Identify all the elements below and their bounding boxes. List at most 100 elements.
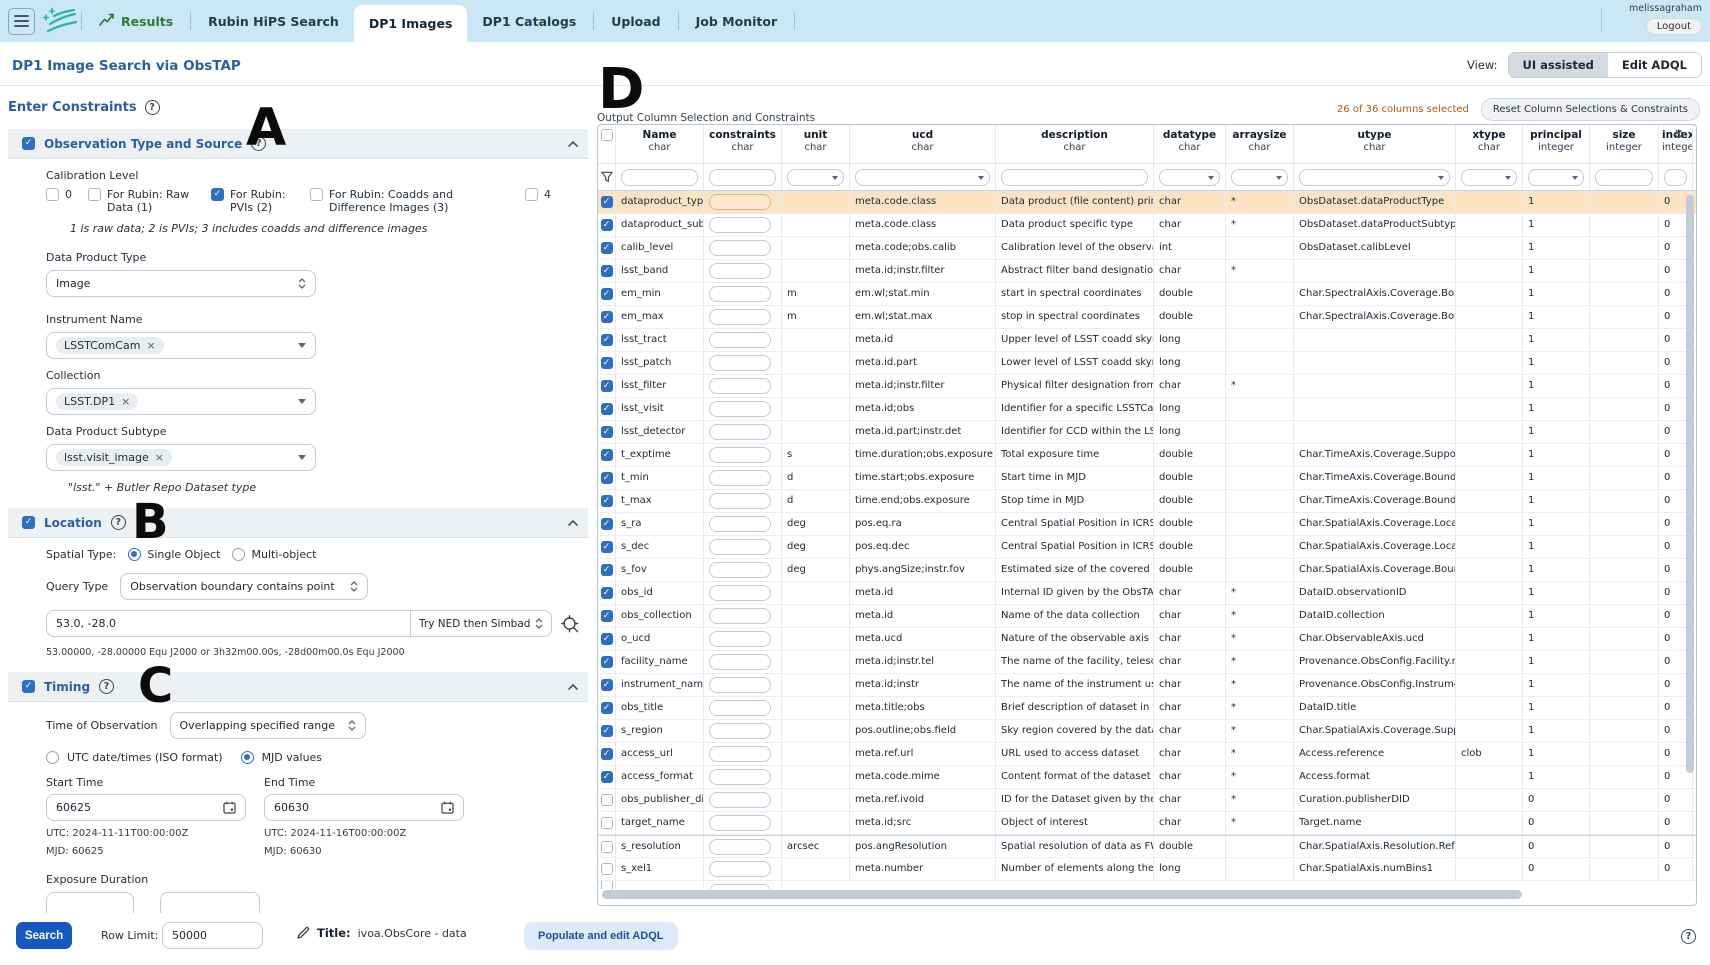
row-checkbox[interactable]: ✓ (601, 495, 613, 507)
row-checkbox[interactable]: ✓ (601, 449, 613, 461)
checkbox[interactable]: ✓ (88, 188, 101, 201)
constraint-input[interactable] (709, 769, 771, 785)
end-time-input[interactable]: 60630 (264, 794, 464, 821)
row-checkbox[interactable]: ✓ (601, 679, 613, 691)
chevron-up-icon[interactable] (568, 520, 578, 526)
constraint-input[interactable] (709, 217, 771, 233)
table-row[interactable]: ✓em_minmem.wl;stat.minstart in spectral … (598, 283, 1696, 306)
table-row[interactable]: ✓t_mindtime.start;obs.exposureStart time… (598, 467, 1696, 490)
calibration-option-0[interactable]: ✓ 0 (46, 188, 72, 201)
table-row[interactable]: ✓s_regionpos.outline;obs.fieldSky region… (598, 720, 1696, 743)
column-header-datatype[interactable]: datatypechar (1154, 125, 1226, 163)
tab-job-monitor[interactable]: Job Monitor (681, 0, 792, 42)
constraint-input[interactable] (709, 286, 771, 302)
table-row[interactable]: ✓dataproduct_typemeta.code.classData pro… (598, 191, 1696, 214)
help-icon[interactable]: ? (145, 100, 160, 115)
radio-label[interactable]: MJD values (262, 751, 322, 764)
row-checkbox[interactable] (601, 794, 613, 806)
row-checkbox[interactable]: ✓ (601, 771, 613, 783)
constraint-input[interactable] (709, 746, 771, 762)
filter-input-xtype[interactable] (1461, 169, 1517, 186)
mjd-radio[interactable] (241, 751, 254, 764)
row-checkbox[interactable]: ✓ (601, 518, 613, 530)
row-checkbox[interactable]: ✓ (601, 587, 613, 599)
table-row[interactable]: ✓lsst_tractmeta.idUpper level of LSST co… (598, 329, 1696, 352)
column-header-arraysize[interactable]: arraysizechar (1226, 125, 1294, 163)
table-row[interactable]: ✓t_maxdtime.end;obs.exposureStop time in… (598, 490, 1696, 513)
view-ui-assisted-button[interactable]: UI assisted (1509, 53, 1608, 77)
column-header-description[interactable]: descriptionchar (996, 125, 1154, 163)
table-row[interactable]: ✓obs_titlemeta.title;obsBrief descriptio… (598, 697, 1696, 720)
checkbox[interactable]: ✓ (310, 188, 323, 201)
help-icon[interactable]: ? (99, 679, 114, 694)
pencil-icon[interactable] (296, 926, 310, 940)
calibration-option-4[interactable]: ✓ 4 (525, 188, 551, 201)
table-row[interactable]: obs_publisher_didmeta.ref.ivoidID for th… (598, 789, 1696, 812)
filter-input-utype[interactable] (1299, 169, 1450, 186)
remove-chip-icon[interactable]: × (121, 395, 130, 408)
data-product-type-select[interactable]: Image (46, 270, 316, 297)
table-options-gear-icon[interactable]: ⚙ (1673, 128, 1684, 140)
table-row[interactable]: ✓s_radegpos.eq.raCentral Spatial Positio… (598, 513, 1696, 536)
horizontal-scrollbar[interactable] (600, 890, 1682, 899)
table-row[interactable]: ✓lsst_visitmeta.id;obsIdentifier for a s… (598, 398, 1696, 421)
radio-label[interactable]: Multi-object (251, 548, 316, 561)
section-timing-checkbox[interactable]: ✓ (22, 680, 35, 693)
tab-dp1-images[interactable]: DP1 Images (354, 5, 468, 42)
filter-input-indexed[interactable] (1664, 169, 1687, 186)
row-checkbox[interactable]: ✓ (601, 380, 613, 392)
table-row[interactable]: ✓em_maxmem.wl;stat.maxstop in spectral c… (598, 306, 1696, 329)
chevron-down-icon[interactable] (298, 399, 306, 404)
section-timing-header[interactable]: ✓ Timing ? (8, 672, 588, 702)
column-header-constraints[interactable]: constraintschar (704, 125, 782, 163)
section-observation-checkbox[interactable]: ✓ (22, 137, 35, 150)
table-row[interactable]: ✓s_fovdegphys.angSize;instr.fovEstimated… (598, 559, 1696, 582)
row-checkbox[interactable] (601, 817, 613, 829)
table-row[interactable]: ✓lsst_detectormeta.id.part;instr.detIden… (598, 421, 1696, 444)
table-row[interactable]: ✓lsst_bandmeta.id;instr.filterAbstract f… (598, 260, 1696, 283)
row-checkbox[interactable]: ✓ (601, 656, 613, 668)
chevron-down-icon[interactable] (298, 343, 306, 348)
filter-input-arraysize[interactable] (1231, 169, 1288, 186)
constraint-input[interactable] (709, 401, 771, 417)
menu-icon[interactable] (8, 8, 35, 35)
row-checkbox[interactable]: ✓ (601, 725, 613, 737)
vertical-scrollbar[interactable] (1686, 193, 1694, 881)
table-row[interactable]: ✓access_urlmeta.ref.urlURL used to acces… (598, 743, 1696, 766)
resolver-select[interactable]: Try NED then Simbad (410, 610, 552, 637)
checkbox[interactable]: ✓ (525, 188, 538, 201)
select-all-checkbox[interactable] (601, 129, 613, 141)
row-checkbox[interactable]: ✓ (601, 334, 613, 346)
search-button[interactable]: Search (16, 922, 72, 949)
utc-radio[interactable] (46, 751, 59, 764)
constraint-input[interactable] (709, 263, 771, 279)
column-header-unit[interactable]: unitchar (782, 125, 850, 163)
row-checkbox[interactable]: ✓ (601, 748, 613, 760)
table-row[interactable]: target_namemeta.id;srcObject of interest… (598, 812, 1696, 835)
view-edit-adql-button[interactable]: Edit ADQL (1608, 53, 1701, 77)
firefly-logo-icon[interactable] (43, 7, 79, 35)
table-row[interactable]: ✓calib_levelmeta.code;obs.calibCalibrati… (598, 237, 1696, 260)
row-checkbox[interactable]: ✓ (601, 265, 613, 277)
filter-input-unit[interactable] (787, 169, 844, 186)
constraint-input[interactable] (709, 585, 771, 601)
row-checkbox[interactable]: ✓ (601, 196, 613, 208)
row-checkbox[interactable]: ✓ (601, 242, 613, 254)
tab-rubin-hips-search[interactable]: Rubin HiPS Search (193, 0, 354, 42)
table-row[interactable]: ✓access_formatmeta.code.mimeContent form… (598, 766, 1696, 789)
row-checkbox[interactable]: ✓ (601, 288, 613, 300)
constraint-input[interactable] (709, 493, 771, 509)
position-input[interactable]: 53.0, -28.0 (46, 610, 410, 637)
table-row[interactable]: ✓obs_collectionmeta.idName of the data c… (598, 605, 1696, 628)
table-row[interactable]: ✓t_exptimestime.duration;obs.exposureTot… (598, 444, 1696, 467)
row-checkbox[interactable]: ✓ (601, 541, 613, 553)
constraint-input[interactable] (709, 332, 771, 348)
constraint-input[interactable] (709, 562, 771, 578)
subtype-select[interactable]: lsst.visit_image × (46, 444, 316, 471)
row-checkbox[interactable]: ✓ (601, 564, 613, 576)
section-location-header[interactable]: ✓ Location ? (8, 508, 588, 538)
row-checkbox[interactable] (601, 881, 613, 889)
section-observation-header[interactable]: ✓ Observation Type and Source ? (8, 129, 588, 159)
constraint-input[interactable] (709, 194, 771, 210)
populate-adql-button[interactable]: Populate and edit ADQL (524, 922, 678, 950)
